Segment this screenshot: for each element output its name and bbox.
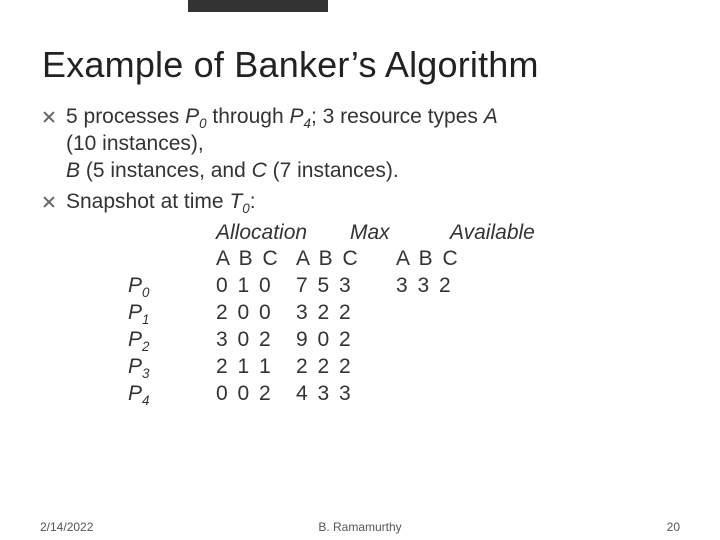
diamond-icon [42, 110, 56, 124]
var-B: B [66, 159, 80, 182]
available-cell [396, 381, 476, 408]
subheader-abc: A B C [296, 246, 396, 273]
slide: Example of Banker’s Algorithm 5 processe… [0, 0, 720, 540]
header-max: Max [350, 220, 450, 247]
max-cell: 2 2 2 [296, 354, 396, 381]
footer-page-number: 20 [667, 520, 680, 534]
text-fragment: Snapshot at time [66, 190, 229, 213]
var-C: C [252, 159, 267, 182]
allocation-cell: 2 0 0 [216, 300, 296, 327]
header-allocation: Allocation [216, 220, 350, 247]
subscript: 2 [142, 339, 149, 354]
text-fragment: ; 3 resource types [311, 105, 484, 128]
table-row: P4 0 0 2 4 3 3 [128, 381, 678, 408]
var-P4: P4 [289, 105, 311, 128]
diamond-icon [42, 195, 56, 209]
text-fragment: through [207, 105, 290, 128]
table-subheader-row: A B C A B C A B C [216, 246, 678, 273]
table-row: P2 3 0 2 9 0 2 [128, 327, 678, 354]
var-T0: T0 [229, 190, 249, 213]
available-cell [396, 354, 476, 381]
allocation-cell: 3 0 2 [216, 327, 296, 354]
text-fragment: P [128, 355, 142, 378]
text-fragment: P [128, 274, 142, 297]
process-label: P4 [128, 381, 216, 408]
subscript: 3 [142, 366, 149, 381]
decorative-top-bar [188, 0, 328, 12]
bullet-1: 5 processes P0 through P4; 3 resource ty… [42, 104, 678, 185]
text-fragment: : [250, 190, 256, 213]
process-label: P1 [128, 300, 216, 327]
available-cell [396, 327, 476, 354]
text-fragment: (7 instances). [267, 159, 399, 182]
text-fragment: (5 instances, and [80, 159, 252, 182]
available-cell: 3 3 2 [396, 273, 476, 300]
max-cell: 4 3 3 [296, 381, 396, 408]
table-header-row: Allocation Max Available [128, 220, 678, 247]
process-label: P3 [128, 354, 216, 381]
subscript: 1 [142, 312, 149, 327]
subheader-abc: A B C [216, 246, 296, 273]
var-P0: P0 [185, 105, 207, 128]
max-cell: 9 0 2 [296, 327, 396, 354]
text-fragment: 5 processes [66, 105, 185, 128]
text-fragment: T [229, 190, 242, 213]
slide-body: 5 processes P0 through P4; 3 resource ty… [42, 104, 678, 408]
allocation-table: Allocation Max Available A B C A B C A B… [128, 220, 678, 408]
subscript: 0 [142, 285, 149, 300]
table-row: P0 0 1 0 7 5 3 3 3 2 [128, 273, 678, 300]
allocation-cell: 0 0 2 [216, 381, 296, 408]
text-fragment: P [185, 105, 199, 128]
subscript: 0 [242, 201, 249, 216]
bullet-1-text: 5 processes P0 through P4; 3 resource ty… [66, 104, 678, 185]
subscript: 4 [303, 116, 310, 131]
process-label: P2 [128, 327, 216, 354]
subscript: 0 [199, 116, 206, 131]
max-cell: 7 5 3 [296, 273, 396, 300]
text-fragment: P [289, 105, 303, 128]
allocation-cell: 2 1 1 [216, 354, 296, 381]
process-label: P0 [128, 273, 216, 300]
slide-title: Example of Banker’s Algorithm [42, 44, 678, 86]
footer-author: B. Ramamurthy [0, 520, 720, 534]
table-row: P3 2 1 1 2 2 2 [128, 354, 678, 381]
header-available: Available [450, 220, 570, 247]
subscript: 4 [142, 393, 149, 408]
text-fragment: P [128, 301, 142, 324]
table-row: P1 2 0 0 3 2 2 [128, 300, 678, 327]
available-cell [396, 300, 476, 327]
subheader-abc: A B C [396, 246, 476, 273]
text-fragment: P [128, 382, 142, 405]
text-fragment: P [128, 328, 142, 351]
var-A: A [484, 105, 498, 128]
bullet-2-text: Snapshot at time T0: [66, 189, 678, 216]
text-fragment: (10 instances), [66, 132, 204, 155]
bullet-2: Snapshot at time T0: [42, 189, 678, 216]
max-cell: 3 2 2 [296, 300, 396, 327]
allocation-cell: 0 1 0 [216, 273, 296, 300]
